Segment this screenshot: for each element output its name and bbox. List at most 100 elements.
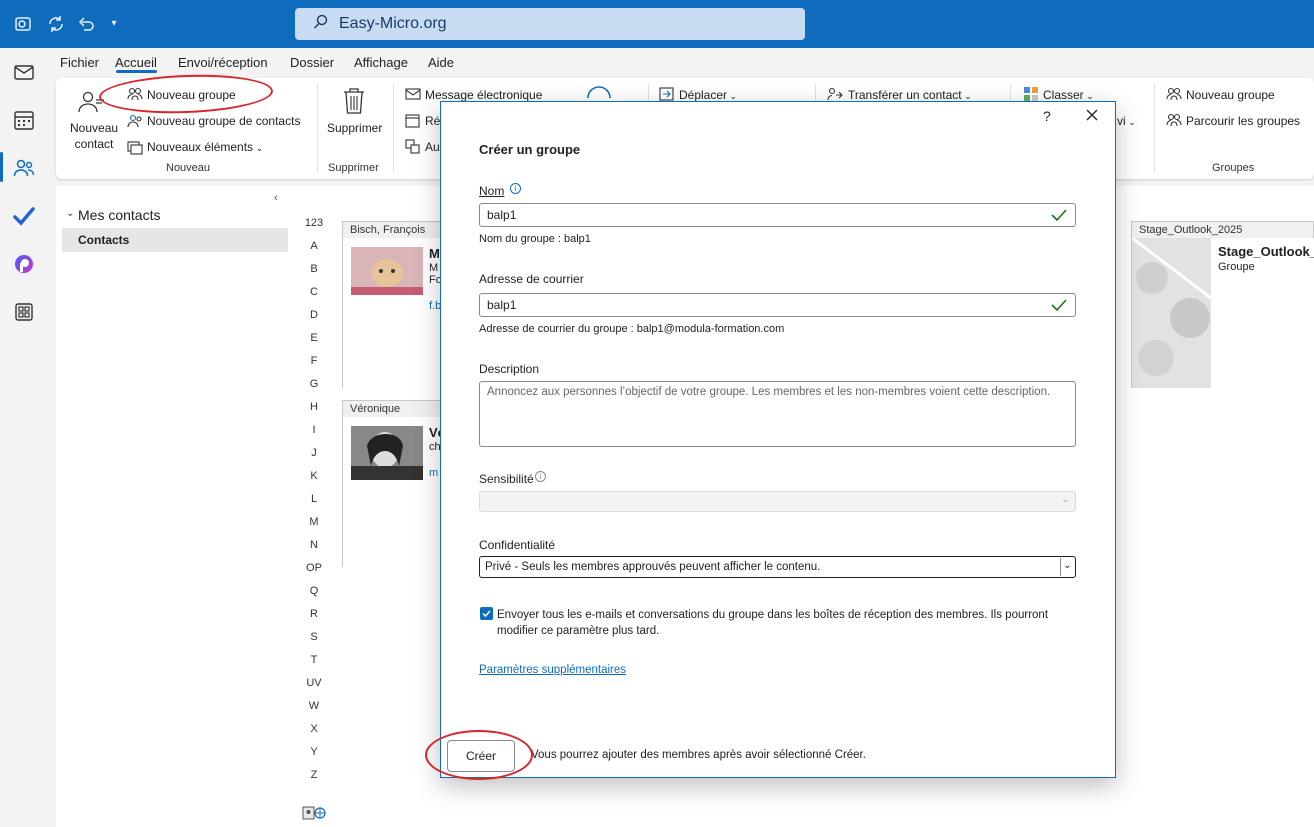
contact-card-name: Véronique bbox=[350, 403, 401, 415]
group-email-field[interactable]: balp1 bbox=[479, 293, 1076, 317]
alphabet-index-item[interactable]: C bbox=[304, 286, 324, 298]
alphabet-index-item[interactable]: B bbox=[304, 263, 324, 275]
new-contact-button[interactable]: Nouveau contact bbox=[70, 121, 118, 151]
alphabet-index-item[interactable]: K bbox=[304, 470, 324, 482]
alphabet-index-item[interactable]: A bbox=[304, 240, 324, 252]
alphabet-index-item[interactable]: M bbox=[304, 516, 324, 528]
tab-dossier[interactable]: Dossier bbox=[290, 55, 334, 70]
group-card-title: Stage_Outlook_2 bbox=[1218, 244, 1314, 259]
group-label-groupes: Groupes bbox=[1212, 162, 1255, 174]
annotation-ellipse-create bbox=[425, 730, 533, 780]
meeting-button-partial[interactable]: Ré bbox=[425, 114, 440, 128]
group-card[interactable]: Stage_Outlook_2025 Stage_Outlook_2 Group… bbox=[1131, 221, 1314, 388]
contact-card[interactable]: Véronique Vé ch m bbox=[342, 400, 445, 567]
tab-affichage[interactable]: Affichage bbox=[354, 55, 408, 70]
send-all-emails-text-1: Envoyer tous les e-mails et conversation… bbox=[497, 609, 1049, 621]
ribbon-separator bbox=[317, 84, 318, 172]
new-contact-group-button[interactable]: Nouveau groupe de contacts bbox=[147, 114, 300, 128]
new-items-button[interactable]: Nouveaux éléments ⌄ bbox=[147, 140, 263, 154]
customize-quick-access-icon[interactable]: ▾ bbox=[104, 14, 124, 34]
alphabet-index-item[interactable]: H bbox=[304, 401, 324, 413]
alphabet-index-item[interactable]: I bbox=[304, 424, 324, 436]
folder-item-contacts[interactable]: Contacts bbox=[62, 228, 288, 252]
tab-accueil[interactable]: Accueil bbox=[115, 55, 157, 70]
chevron-down-icon: ⌄ bbox=[253, 143, 264, 153]
alphabet-index-item[interactable]: R bbox=[304, 608, 324, 620]
send-all-emails-checkbox[interactable] bbox=[480, 607, 493, 620]
close-icon[interactable] bbox=[1085, 108, 1099, 125]
contact-card-line: M bbox=[429, 246, 440, 261]
ribbon-separator bbox=[1154, 84, 1155, 172]
contact-card-view-icon[interactable] bbox=[302, 805, 326, 824]
active-indicator bbox=[0, 152, 3, 182]
alphabet-index-item[interactable]: W bbox=[304, 700, 324, 712]
calendar-icon[interactable] bbox=[12, 108, 36, 132]
sync-icon[interactable] bbox=[46, 14, 66, 34]
contact-card[interactable]: Bisch, François M M Fo f.b bbox=[342, 221, 443, 388]
alphabet-index-item[interactable]: Y bbox=[304, 746, 324, 758]
privacy-label: Confidentialité bbox=[479, 538, 556, 552]
alphabet-index-item[interactable]: X bbox=[304, 723, 324, 735]
alphabet-index-item[interactable]: 123 bbox=[304, 217, 324, 229]
contact-card-line: m bbox=[429, 467, 439, 479]
collapse-pane-icon[interactable]: ‹ bbox=[274, 192, 278, 204]
create-group-dialog: ? Créer un groupe Nom i balp1 Nom du gro… bbox=[440, 101, 1116, 778]
my-contacts-header[interactable]: Mes contacts bbox=[78, 207, 160, 223]
more-settings-link[interactable]: Paramètres supplémentaires bbox=[479, 664, 626, 676]
group-name-field[interactable]: balp1 bbox=[479, 203, 1076, 227]
people-icon[interactable] bbox=[12, 156, 36, 180]
info-icon[interactable]: i bbox=[535, 471, 546, 482]
alphabet-index-item[interactable]: S bbox=[304, 631, 324, 643]
alphabet-index-item[interactable]: L bbox=[304, 493, 324, 505]
name-label: Nom bbox=[479, 184, 505, 198]
info-icon[interactable]: i bbox=[510, 183, 521, 194]
delete-button[interactable]: Supprimer bbox=[327, 121, 382, 135]
copilot-icon[interactable] bbox=[12, 252, 36, 276]
tab-fichier[interactable]: Fichier bbox=[60, 55, 99, 70]
search-box[interactable]: Easy-Micro.org bbox=[295, 8, 805, 40]
alphabet-index-item[interactable]: G bbox=[304, 378, 324, 390]
alphabet-index-item[interactable]: T bbox=[304, 654, 324, 666]
alphabet-index-item[interactable]: UV bbox=[304, 677, 324, 689]
tab-aide[interactable]: Aide bbox=[428, 55, 454, 70]
alphabet-index-item[interactable]: D bbox=[304, 309, 324, 321]
forward-contact-button[interactable]: Transférer un contact ⌄ bbox=[848, 88, 972, 102]
description-label: Description bbox=[479, 362, 540, 376]
group-card-type: Groupe bbox=[1218, 261, 1255, 273]
alphabet-index-item[interactable]: J bbox=[304, 447, 324, 459]
chevron-down-icon[interactable]: ⌄ bbox=[66, 208, 74, 219]
tab-envoi-reception[interactable]: Envoi/réception bbox=[178, 55, 268, 70]
more-button-partial[interactable]: Au bbox=[425, 140, 440, 154]
privacy-dropdown[interactable]: Privé - Seuls les membres approuvés peuv… bbox=[479, 556, 1076, 578]
alphabet-index-item[interactable]: E bbox=[304, 332, 324, 344]
delete-icon bbox=[341, 86, 367, 119]
mail-icon[interactable] bbox=[12, 60, 36, 84]
move-button[interactable]: Déplacer ⌄ bbox=[679, 88, 737, 102]
alphabet-index-item[interactable]: OP bbox=[304, 562, 324, 574]
contact-photo bbox=[351, 426, 423, 480]
forward-contact-label: Transférer un contact bbox=[848, 88, 962, 102]
alphabet-index-item[interactable]: N bbox=[304, 539, 324, 551]
sensitivity-dropdown[interactable]: ⌄ bbox=[479, 491, 1076, 512]
send-all-emails-text-2: modifier ce paramètre plus tard. bbox=[497, 625, 660, 637]
alphabet-index-item[interactable]: Z bbox=[304, 769, 324, 781]
folder-pane: ‹ ⌄ Mes contacts Contacts bbox=[56, 186, 292, 827]
group-label-supprimer: Supprimer bbox=[328, 162, 379, 174]
folder-item-contacts-label: Contacts bbox=[78, 233, 130, 247]
email-icon bbox=[405, 87, 421, 104]
groups-new-group-button[interactable]: Nouveau groupe bbox=[1186, 88, 1275, 102]
description-textarea[interactable]: Annoncez aux personnes l’objectif de vot… bbox=[479, 381, 1076, 447]
undo-icon[interactable] bbox=[76, 14, 96, 34]
categorize-button[interactable]: Classer ⌄ bbox=[1043, 88, 1094, 102]
email-message-button[interactable]: Message électronique bbox=[425, 88, 542, 102]
follow-up-button-partial[interactable]: vi ⌄ bbox=[1117, 114, 1136, 128]
help-button[interactable]: ? bbox=[1043, 108, 1051, 124]
alphabet-index-item[interactable]: F bbox=[304, 355, 324, 367]
app-bar bbox=[0, 48, 48, 827]
alphabet-index-item[interactable]: Q bbox=[304, 585, 324, 597]
more-apps-icon[interactable] bbox=[12, 300, 36, 324]
group-email-hint: Adresse de courrier du groupe : balp1@mo… bbox=[479, 323, 785, 335]
todo-icon[interactable] bbox=[12, 204, 36, 228]
browse-groups-button[interactable]: Parcourir les groupes bbox=[1186, 114, 1300, 128]
valid-check-icon bbox=[1051, 299, 1067, 312]
